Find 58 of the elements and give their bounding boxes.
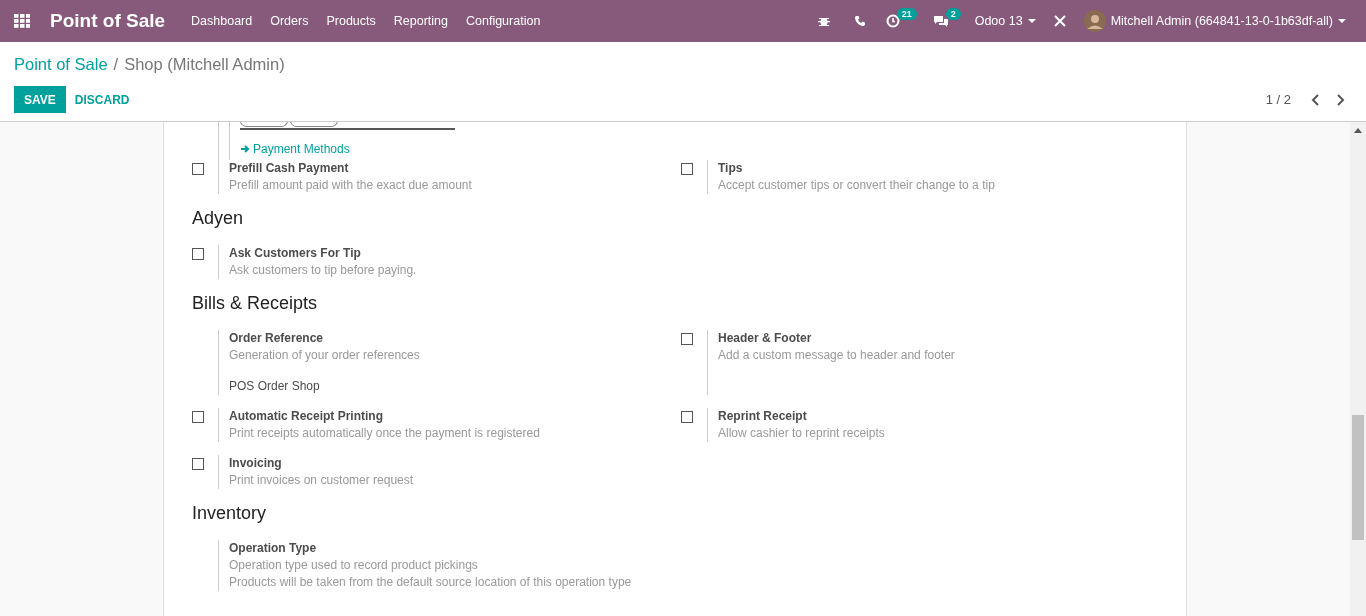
database-dropdown[interactable]: Odoo 13 xyxy=(974,14,1036,28)
setting-title: Reprint Receipt xyxy=(718,408,808,425)
setting-description: Generation of your order references xyxy=(229,347,420,364)
avatar-icon xyxy=(1083,10,1106,32)
setting-title: Tips xyxy=(718,160,744,177)
chat-icon[interactable] xyxy=(932,14,949,28)
section-title: Inventory xyxy=(192,502,268,524)
setting-checkbox[interactable] xyxy=(192,458,204,470)
pager-counter: 1 / 2 xyxy=(1265,92,1291,107)
menu-item[interactable]: Reporting xyxy=(393,14,448,28)
setting-title: Header & Footer xyxy=(718,330,813,347)
breadcrumb-separator: / xyxy=(113,54,119,74)
setting-title: Ask Customers For Tip xyxy=(229,245,362,262)
setting-checkbox[interactable] xyxy=(681,333,693,345)
apps-menu-icon[interactable] xyxy=(14,14,30,28)
setting-title: Order Reference xyxy=(229,330,325,347)
section-title: Bills & Receipts xyxy=(192,292,319,314)
setting-description: Operation type used to record product pickings xyxy=(229,557,479,574)
setting-checkbox[interactable] xyxy=(681,411,693,423)
next-icon[interactable] xyxy=(1335,93,1345,106)
save-button[interactable]: SAVE xyxy=(14,86,66,113)
arrow-right-icon xyxy=(240,144,250,154)
app-title: Point of Sale xyxy=(50,10,166,32)
setting-description: Print invoices on customer request xyxy=(229,472,414,489)
setting-description: Accept customer tips or convert their change to a tip xyxy=(718,177,995,194)
clock-icon[interactable] xyxy=(885,14,900,28)
menu-item[interactable]: Products xyxy=(326,14,376,28)
setting-checkbox[interactable] xyxy=(192,163,204,175)
setting-title: Invoicing xyxy=(229,455,283,472)
setting-description: Print receipts automatically once the payment is registered xyxy=(229,425,540,442)
discard-button[interactable]: DISCARD xyxy=(68,91,136,108)
menu-item[interactable]: Orders xyxy=(270,14,309,28)
setting-description: Prefill amount paid with the exact due amount xyxy=(229,177,472,194)
phone-icon[interactable] xyxy=(853,15,866,27)
payment-methods-link[interactable]: Payment Methods xyxy=(240,138,529,160)
setting-checkbox[interactable] xyxy=(192,248,204,260)
menu-item[interactable]: Dashboard xyxy=(191,14,253,28)
setting-description: Add a custom message to header and footer xyxy=(718,347,955,364)
menu-item[interactable]: Configuration xyxy=(466,14,541,28)
scrollbar-thumb[interactable] xyxy=(1352,415,1364,540)
setting-value: POS Order Shop xyxy=(229,378,321,395)
setting-title: Automatic Receipt Printing xyxy=(229,408,384,425)
setting-checkbox[interactable] xyxy=(681,163,693,175)
setting-note: Products will be taken from the default source location of this operation type xyxy=(229,574,632,591)
setting-checkbox[interactable] xyxy=(192,411,204,423)
previous-icon[interactable] xyxy=(1311,93,1321,106)
scrollbar[interactable] xyxy=(1350,122,1366,616)
activity-count-badge: 21 xyxy=(896,8,917,20)
breadcrumb-link[interactable]: Point of Sale xyxy=(14,54,108,74)
section-title: Adyen xyxy=(192,207,245,229)
message-count-badge: 2 xyxy=(945,8,961,20)
page-title: Shop (Mitchell Admin) xyxy=(124,54,285,74)
setting-title: Operation Type xyxy=(229,540,318,557)
scroll-up-icon[interactable] xyxy=(1354,127,1362,133)
setting-description: Allow cashier to reprint receipts xyxy=(718,425,885,442)
setting-title: Prefill Cash Payment xyxy=(229,160,350,177)
user-menu[interactable]: Mitchell Admin (664841-13-0-1b63df-all) xyxy=(1083,10,1346,32)
setting-description: Ask customers to tip before paying. xyxy=(229,262,417,279)
